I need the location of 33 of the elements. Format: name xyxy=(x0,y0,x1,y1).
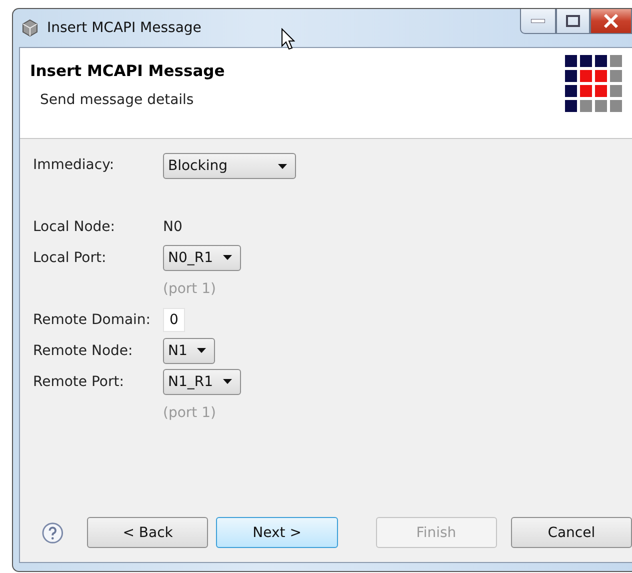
field-label: Remote Domain: xyxy=(33,312,152,328)
input-field[interactable]: 0 xyxy=(163,308,185,332)
field-value: N0 xyxy=(163,218,182,234)
field-label: Local Node: xyxy=(33,218,116,234)
field-label: Remote Node: xyxy=(33,342,134,358)
dialog-button[interactable]: Cancel xyxy=(510,517,632,548)
close-icon xyxy=(603,14,619,28)
field-label: Local Port: xyxy=(33,250,108,266)
page-subtitle: Send message details xyxy=(39,92,195,108)
hint-text: (port 1) xyxy=(163,280,216,296)
caret-icon xyxy=(278,164,287,168)
minimize-icon xyxy=(531,19,545,23)
logo-icon xyxy=(565,55,622,112)
hint-text: (port 1) xyxy=(163,404,216,420)
caret-icon xyxy=(223,379,232,384)
maximize-button[interactable] xyxy=(556,9,590,34)
caret-icon xyxy=(223,255,232,260)
close-button[interactable] xyxy=(590,9,632,34)
help-icon[interactable] xyxy=(42,522,64,544)
dropdown[interactable]: N1_R1 xyxy=(163,368,242,394)
minimize-button[interactable] xyxy=(520,9,556,34)
dropdown[interactable]: N0_R1 xyxy=(163,244,242,270)
page-title: Insert MCAPI Message xyxy=(30,62,225,80)
dialog-button[interactable]: < Back xyxy=(87,517,208,548)
dialog-button[interactable]: Next > xyxy=(216,517,338,548)
maximize-icon xyxy=(566,15,580,27)
cube-icon xyxy=(21,19,39,37)
field-label: Remote Port: xyxy=(33,374,125,390)
dropdown[interactable]: Blocking xyxy=(163,153,296,179)
caret-icon xyxy=(197,348,206,353)
dropdown[interactable]: N1 xyxy=(163,338,216,364)
field-label: Immediacy: xyxy=(33,156,116,173)
window-title: Insert MCAPI Message xyxy=(47,20,202,36)
